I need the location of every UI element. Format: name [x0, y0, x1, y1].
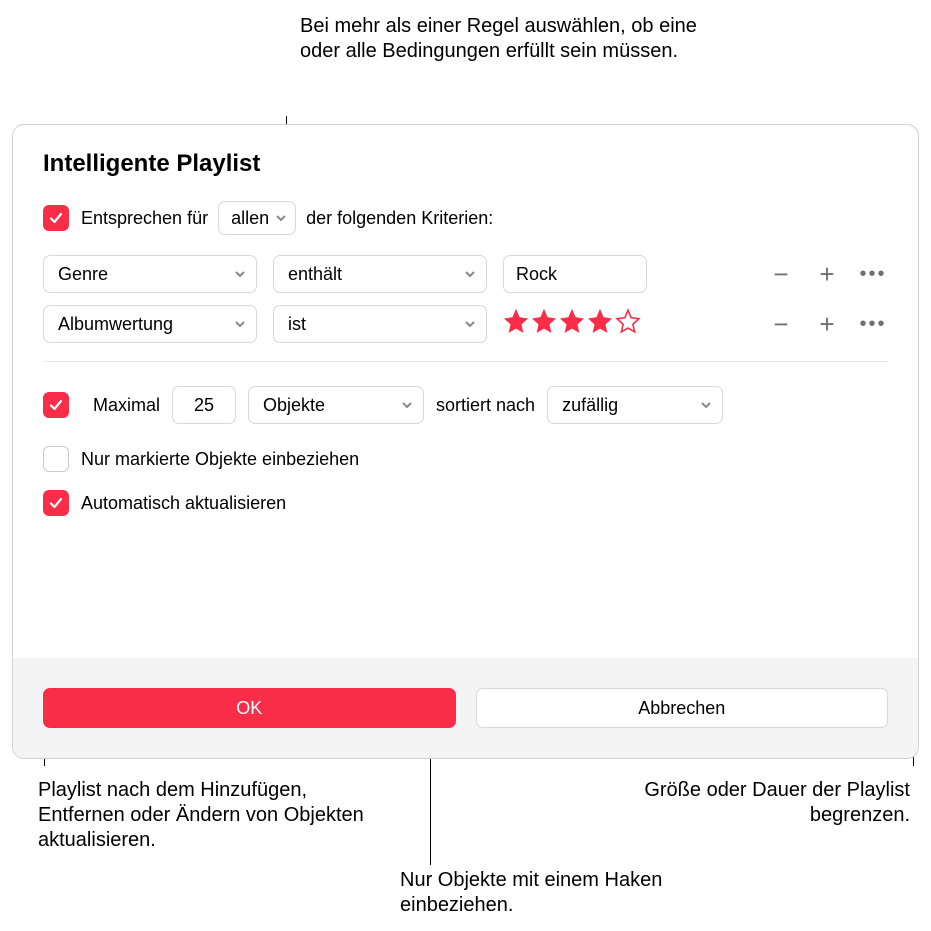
only-checked-checkbox[interactable] [43, 446, 69, 472]
minus-icon: − [773, 308, 788, 341]
limit-unit-select[interactable]: Objekte [248, 386, 424, 424]
star-icon [587, 308, 613, 340]
limit-sort-select[interactable]: zufällig [547, 386, 723, 424]
rule-operator-value: enthält [288, 263, 342, 286]
plus-icon: + [819, 258, 834, 291]
rule-field-value: Albumwertung [58, 313, 173, 336]
match-prefix: Entsprechen für [81, 207, 208, 230]
limit-prefix: Maximal [93, 394, 160, 417]
match-row: Entsprechen für allen der folgenden Krit… [43, 201, 888, 235]
limit-sort-value: zufällig [562, 394, 618, 417]
callout-only-checked: Nur Objekte mit einem Haken einbeziehen. [400, 868, 720, 918]
live-update-label: Automatisch aktualisieren [81, 492, 286, 515]
chevron-down-icon [393, 394, 413, 417]
star-icon [559, 308, 585, 340]
rule-field-select[interactable]: Albumwertung [43, 305, 257, 343]
star-icon [503, 308, 529, 340]
cancel-button[interactable]: Abbrechen [476, 688, 889, 728]
match-mode-select[interactable]: allen [218, 201, 296, 235]
chevron-down-icon [456, 313, 476, 336]
add-rule-button[interactable]: + [812, 309, 842, 339]
add-rule-button[interactable]: + [812, 259, 842, 289]
limit-unit-value: Objekte [263, 394, 325, 417]
limit-sort-prefix: sortiert nach [436, 394, 535, 417]
rule-operator-value: ist [288, 313, 306, 336]
limit-count-input[interactable] [172, 386, 236, 424]
callout-live-update: Playlist nach dem Hinzufügen, Entfernen … [38, 778, 368, 853]
rule-value-input[interactable] [503, 255, 647, 293]
rule-operator-select[interactable]: enthält [273, 255, 487, 293]
star-outline-icon [615, 308, 641, 340]
check-icon [48, 210, 64, 226]
rule-field-select[interactable]: Genre [43, 255, 257, 293]
chevron-down-icon [456, 263, 476, 286]
rule-row: Albumwertung ist − + ••• [43, 305, 888, 343]
callout-match-mode: Bei mehr als einer Regel auswählen, ob e… [300, 14, 730, 64]
chevron-down-icon [226, 263, 246, 286]
chevron-down-icon [692, 394, 712, 417]
check-icon [48, 397, 64, 413]
minus-icon: − [773, 258, 788, 291]
smart-playlist-dialog: Intelligente Playlist Entsprechen für al… [12, 124, 919, 759]
rule-more-button[interactable]: ••• [858, 259, 888, 289]
more-icon: ••• [859, 262, 886, 287]
rule-field-value: Genre [58, 263, 108, 286]
live-update-row: Automatisch aktualisieren [43, 490, 888, 516]
divider [43, 361, 888, 362]
match-suffix: der folgenden Kriterien: [306, 207, 493, 230]
match-mode-value: allen [231, 207, 269, 230]
chevron-down-icon [275, 207, 287, 230]
callout-limit: Größe oder Dauer der Playlist begrenzen. [640, 778, 910, 828]
ok-button-label: OK [236, 697, 262, 720]
live-update-checkbox[interactable] [43, 490, 69, 516]
star-icon [531, 308, 557, 340]
ok-button[interactable]: OK [43, 688, 456, 728]
match-checkbox[interactable] [43, 205, 69, 231]
more-icon: ••• [859, 312, 886, 337]
rule-operator-select[interactable]: ist [273, 305, 487, 343]
plus-icon: + [819, 308, 834, 341]
only-checked-row: Nur markierte Objekte einbeziehen [43, 446, 888, 472]
cancel-button-label: Abbrechen [638, 697, 725, 720]
dialog-title: Intelligente Playlist [43, 149, 888, 179]
rule-star-rating[interactable] [503, 308, 641, 340]
limit-checkbox[interactable] [43, 392, 69, 418]
remove-rule-button[interactable]: − [766, 259, 796, 289]
chevron-down-icon [226, 313, 246, 336]
rule-row: Genre enthält − + ••• [43, 255, 888, 293]
limit-row: Maximal Objekte sortiert nach zufällig [43, 386, 888, 424]
dialog-footer: OK Abbrechen [13, 658, 918, 758]
only-checked-label: Nur markierte Objekte einbeziehen [81, 448, 359, 471]
check-icon [48, 495, 64, 511]
remove-rule-button[interactable]: − [766, 309, 796, 339]
rule-more-button[interactable]: ••• [858, 309, 888, 339]
